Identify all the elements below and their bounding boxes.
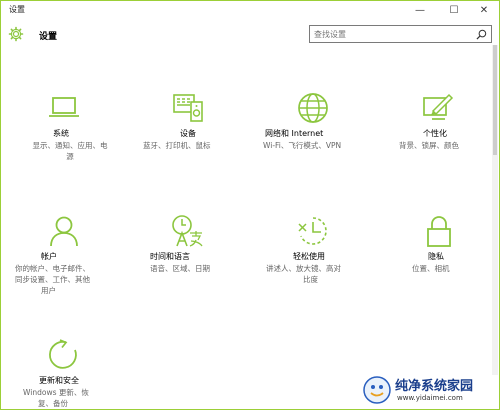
tile-description: 蓝牙、打印机、鼠标 [143, 141, 211, 150]
laptop-icon [49, 97, 79, 117]
tile-description: 背景、锁屏、颜色 [399, 141, 459, 150]
tile-system[interactable]: 系统 显示、通知、应用、电 源 [15, 91, 125, 191]
tile-privacy[interactable]: 隐私 位置、相机 [400, 214, 500, 314]
watermark-logo-icon [363, 376, 391, 404]
tile-label: 隐私 [428, 252, 444, 261]
tile-label: 设备 [180, 129, 196, 138]
tile-network[interactable]: 网络和 Internet Wi-Fi、飞行模式、VPN [263, 91, 373, 191]
tile-label: 轻松使用 [293, 252, 325, 261]
window-title: 设置 [9, 5, 25, 14]
close-button[interactable]: ✕ [469, 1, 499, 19]
tile-description: 语音、区域、日期 [150, 264, 210, 273]
person-icon [50, 216, 78, 247]
watermark: 纯净系统家园 www.yidaimei.com [361, 373, 500, 409]
page-title: 设置 [39, 32, 58, 42]
tile-time-language[interactable]: 时间和语言 语音、区域、日期 [150, 214, 260, 314]
title-bar: 设置 — ☐ ✕ [1, 1, 499, 19]
tile-label: 时间和语言 [150, 252, 190, 261]
gear-icon [8, 26, 24, 42]
tile-description: 你的帐户、电子邮件、 同步设置、工作、其他 用户 [15, 264, 90, 295]
search-input[interactable] [314, 27, 464, 41]
tile-ease-of-access[interactable]: 轻松使用 讲述人、放大镜、高对 比度 [266, 214, 376, 314]
tile-devices[interactable]: 设备 蓝牙、打印机、鼠标 [143, 91, 253, 191]
tile-description: Wi-Fi、飞行模式、VPN [263, 141, 342, 150]
minimize-button[interactable]: — [405, 1, 435, 19]
scrollbar-thumb[interactable] [493, 45, 497, 155]
tile-description: 显示、通知、应用、电 源 [32, 141, 108, 161]
settings-window: 设置 — ☐ ✕ 设置 系统 显示、通知、应用、电 源 [0, 0, 500, 410]
tile-label: 网络和 Internet [265, 129, 324, 138]
maximize-button[interactable]: ☐ [439, 1, 469, 19]
tile-label: 个性化 [423, 129, 447, 138]
search-icon[interactable] [476, 29, 487, 40]
tile-label: 帐户 [41, 252, 57, 261]
ease-of-access-icon [298, 217, 327, 245]
refresh-icon [49, 339, 77, 369]
scrollbar[interactable] [492, 45, 498, 375]
watermark-url: www.yidaimei.com [397, 394, 463, 402]
time-language-icon [172, 215, 203, 247]
watermark-text: 纯净系统家园 [395, 379, 474, 394]
devices-icon [173, 94, 203, 122]
tile-personalization[interactable]: 个性化 背景、锁屏、颜色 [399, 91, 500, 191]
tile-accounts[interactable]: 帐户 你的帐户、电子邮件、 同步设置、工作、其他 用户 [15, 214, 125, 314]
lock-icon [427, 216, 451, 247]
search-box[interactable] [309, 25, 492, 43]
tile-description: 位置、相机 [412, 264, 450, 273]
paint-icon [423, 93, 454, 120]
tile-update-security[interactable]: 更新和安全 Windows 更新、恢 复、备份 [15, 338, 125, 408]
tile-label: 更新和安全 [39, 376, 79, 385]
tile-description: Windows 更新、恢 复、备份 [23, 388, 89, 408]
tile-description: 讲述人、放大镜、高对 比度 [266, 264, 341, 284]
globe-icon [298, 93, 328, 123]
tile-label: 系统 [53, 129, 69, 138]
